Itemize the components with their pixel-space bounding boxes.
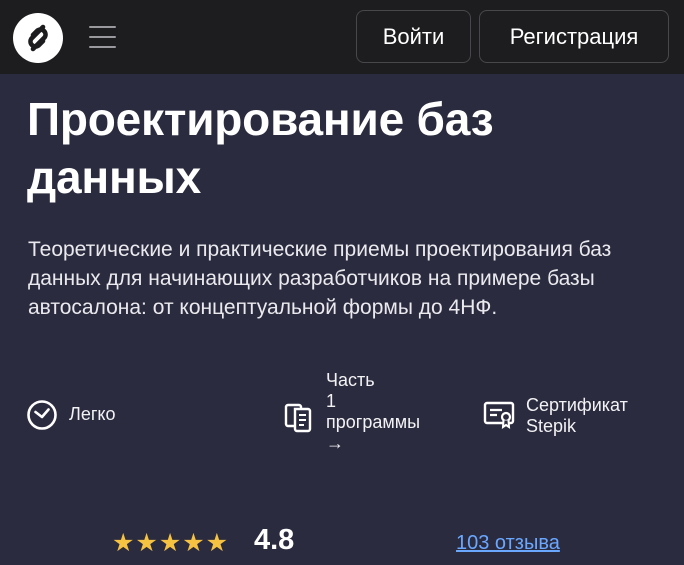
clock-icon (27, 400, 57, 430)
program-line-3: программы (326, 412, 421, 432)
certificate-line-2: Stepik (526, 416, 577, 436)
program-line-1: Часть (326, 370, 375, 390)
course-description: Теоретические и практические приемы прое… (28, 238, 612, 319)
rating-stars-icon: ★★★★★ (112, 529, 230, 557)
course-hero: Проектирование баз данных Теоретические … (0, 74, 684, 565)
documents-icon (284, 403, 312, 433)
program-part-label[interactable]: Часть 1 программы → (326, 370, 446, 454)
arrow-right-icon: → (326, 433, 344, 453)
course-title: Проектирование баз данных (27, 93, 494, 203)
reviews-link[interactable]: 103 отзыва (456, 531, 560, 555)
level-label: Легко (69, 404, 116, 424)
stepik-logo-icon[interactable] (12, 12, 64, 64)
register-button[interactable]: Регистрация (479, 10, 669, 63)
certificate-line-1: Сертификат (526, 395, 628, 415)
hamburger-menu-icon[interactable] (86, 22, 120, 52)
program-line-2: 1 (326, 391, 337, 411)
certificate-icon (483, 401, 515, 429)
login-button[interactable]: Войти (356, 10, 471, 63)
certificate-label: Сертификат Stepik (526, 395, 628, 437)
rating-value: 4.8 (254, 524, 295, 556)
top-header: Войти Регистрация (0, 0, 684, 74)
